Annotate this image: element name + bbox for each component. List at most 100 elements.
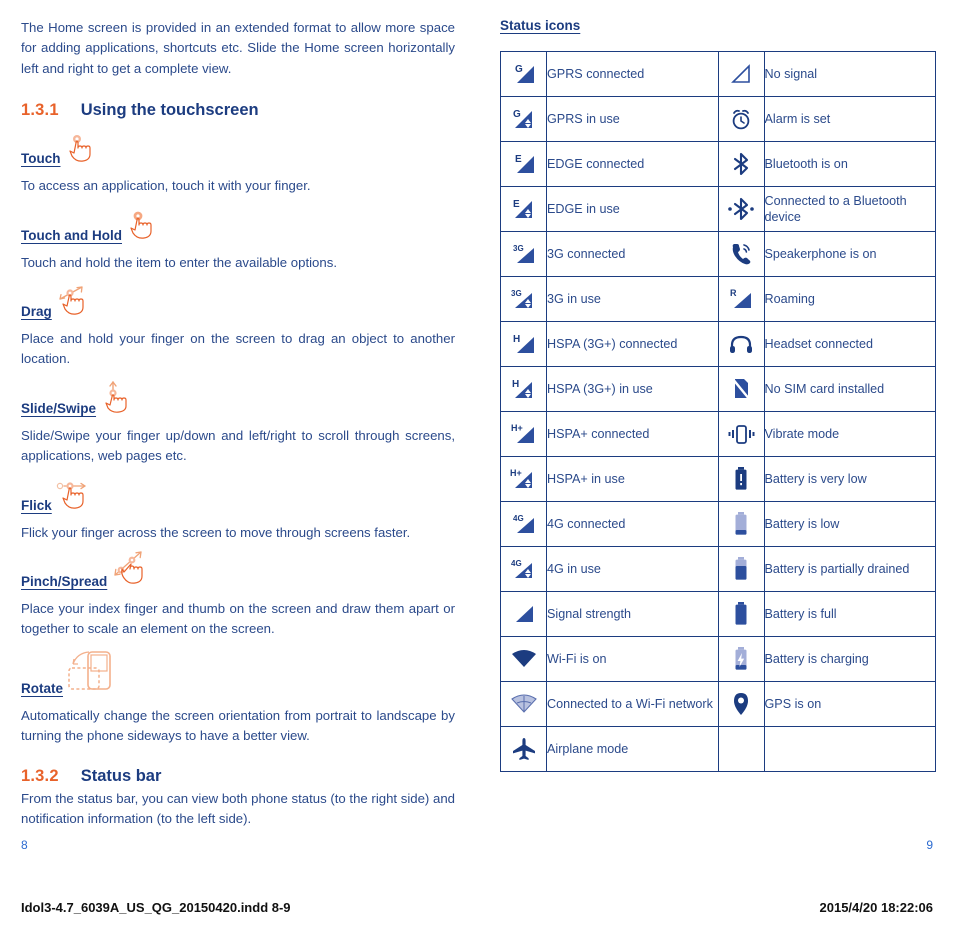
signal-4g-connected-icon: 4G (500, 501, 547, 547)
status-icon-label: Connected to a Bluetooth device (763, 186, 936, 232)
section-heading-1-3-1: 1.3.1 Using the touchscreen (21, 101, 455, 120)
status-icon-label: Battery is partially drained (763, 546, 936, 592)
gesture-label: Pinch/Spread (21, 574, 108, 590)
signal-none-icon (717, 51, 765, 97)
signal-hspa-connected-icon: H (500, 321, 547, 367)
svg-text:H+: H+ (510, 468, 522, 478)
table-row: 4G 4G in use Battery is partially draine… (500, 546, 936, 592)
gesture-label: Touch (21, 151, 61, 167)
hand-touch-hold-icon (126, 211, 166, 246)
gesture-description: Flick your finger across the screen to m… (21, 524, 411, 540)
hand-touch-icon (65, 134, 105, 169)
table-row: E EDGE in use Connected to a Bluetooth d… (500, 186, 936, 232)
gesture-heading-rotate: Rotate (21, 651, 455, 697)
battery-full-icon (717, 591, 765, 637)
status-icon-label: Battery is very low (763, 456, 936, 502)
signal-3g-inuse-icon: 3G (500, 276, 547, 322)
battery-partially-drained-icon (717, 546, 765, 592)
gesture-description: Automatically change the screen orientat… (21, 707, 455, 744)
status-icon-label: Airplane mode (546, 726, 719, 772)
svg-text:E: E (513, 199, 520, 210)
svg-text:R: R (730, 288, 737, 298)
vibrate-mode-icon (717, 411, 765, 457)
page-number-right: 9 (926, 838, 933, 852)
svg-text:E: E (515, 154, 522, 165)
no-sim-card-icon (717, 366, 765, 412)
status-icon-label: Speakerphone is on (763, 231, 936, 277)
hand-flick-icon (56, 481, 100, 516)
gesture-heading-touch-and-hold: Touch and Hold (21, 211, 455, 246)
status-icon-label: Alarm is set (763, 96, 936, 142)
status-icon-label: Battery is low (763, 501, 936, 547)
gesture-label: Slide/Swipe (21, 400, 97, 416)
bluetooth-icon (717, 141, 765, 187)
status-icon-label: Battery is charging (763, 636, 936, 682)
gesture-description: Touch and hold the item to enter the ava… (21, 254, 337, 270)
table-row: E EDGE connected Bluetooth is on (500, 141, 936, 187)
gesture-heading-drag: Drag (21, 286, 455, 320)
wifi-connected-icon (500, 681, 547, 727)
manual-page-spread: The Home screen is provided in an extend… (0, 0, 954, 925)
status-icon-label: HSPA+ connected (546, 411, 719, 457)
gesture-label: Drag (21, 304, 52, 320)
table-row: Airplane mode (500, 726, 936, 772)
gesture-label: Rotate (21, 680, 64, 696)
intro-paragraph: The Home screen is provided in an extend… (21, 20, 455, 76)
svg-text:3G: 3G (511, 289, 522, 298)
gesture-heading-pinch-spread: Pinch/Spread (21, 551, 455, 590)
status-icon-label: No signal (763, 51, 936, 97)
status-icon-label: Connected to a Wi-Fi network (546, 681, 719, 727)
gesture-label: Touch and Hold (21, 227, 122, 243)
battery-very-low-icon (717, 456, 765, 502)
section-title: Using the touchscreen (80, 101, 259, 120)
status-icon-label: HSPA (3G+) in use (546, 366, 719, 412)
signal-gprs-inuse-icon: G (500, 96, 547, 142)
gesture-heading-touch: Touch (21, 134, 455, 169)
gesture-heading-flick: Flick (21, 481, 455, 516)
table-row: 3G 3G in use R Roaming (500, 276, 936, 322)
wifi-on-icon (500, 636, 547, 682)
svg-text:G: G (513, 109, 521, 120)
battery-charging-icon (717, 636, 765, 682)
signal-edge-inuse-icon: E (500, 186, 547, 232)
status-icon-label: Battery is full (763, 591, 936, 637)
section-heading-1-3-2: 1.3.2 Status bar (21, 767, 455, 786)
svg-text:H+: H+ (511, 423, 523, 433)
table-row: 4G 4G connected Battery is low (500, 501, 936, 547)
roaming-icon: R (717, 276, 765, 322)
headset-icon (717, 321, 765, 367)
hand-slide-swipe-icon (100, 380, 142, 419)
airplane-mode-icon (500, 726, 547, 772)
table-row: G GPRS connected No signal (500, 51, 936, 97)
status-icon-label: HSPA+ in use (546, 456, 719, 502)
status-icon-label: Vibrate mode (763, 411, 936, 457)
phone-rotate-icon (67, 648, 123, 697)
status-icon-label: HSPA (3G+) connected (546, 321, 719, 367)
table-row: H HSPA (3G+) in use No SIM card installe… (500, 366, 936, 412)
gesture-description: Slide/Swipe your finger up/down and left… (21, 427, 455, 464)
speakerphone-icon (717, 231, 765, 277)
hand-drag-icon (56, 285, 98, 322)
gesture-label: Flick (21, 497, 52, 513)
table-row: H HSPA (3G+) connected Headset connected (500, 321, 936, 367)
status-icon-label: GPRS in use (546, 96, 719, 142)
signal-edge-connected-icon: E (500, 141, 547, 187)
status-icon-label: Roaming (763, 276, 936, 322)
status-icon-label: Wi-Fi is on (546, 636, 719, 682)
table-row: G GPRS in use Alarm is set (500, 96, 936, 142)
svg-text:H: H (512, 379, 519, 390)
status-icon-label: 3G in use (546, 276, 719, 322)
alarm-clock-icon (717, 96, 765, 142)
status-icon-label: Headset connected (763, 321, 936, 367)
bluetooth-connected-icon (717, 186, 765, 232)
svg-text:H: H (513, 334, 520, 345)
status-icon-label: 3G connected (546, 231, 719, 277)
hand-pinch-spread-icon (111, 549, 157, 592)
page-number-left: 8 (21, 838, 28, 852)
gesture-description: Place and hold your finger on the screen… (21, 331, 455, 367)
signal-hspaplus-inuse-icon: H+ (500, 456, 547, 502)
status-icon-label: Bluetooth is on (763, 141, 936, 187)
table-row: Wi-Fi is on Battery is charging (500, 636, 936, 682)
signal-hspaplus-connected-icon: H+ (500, 411, 547, 457)
status-icon-label: 4G in use (546, 546, 719, 592)
